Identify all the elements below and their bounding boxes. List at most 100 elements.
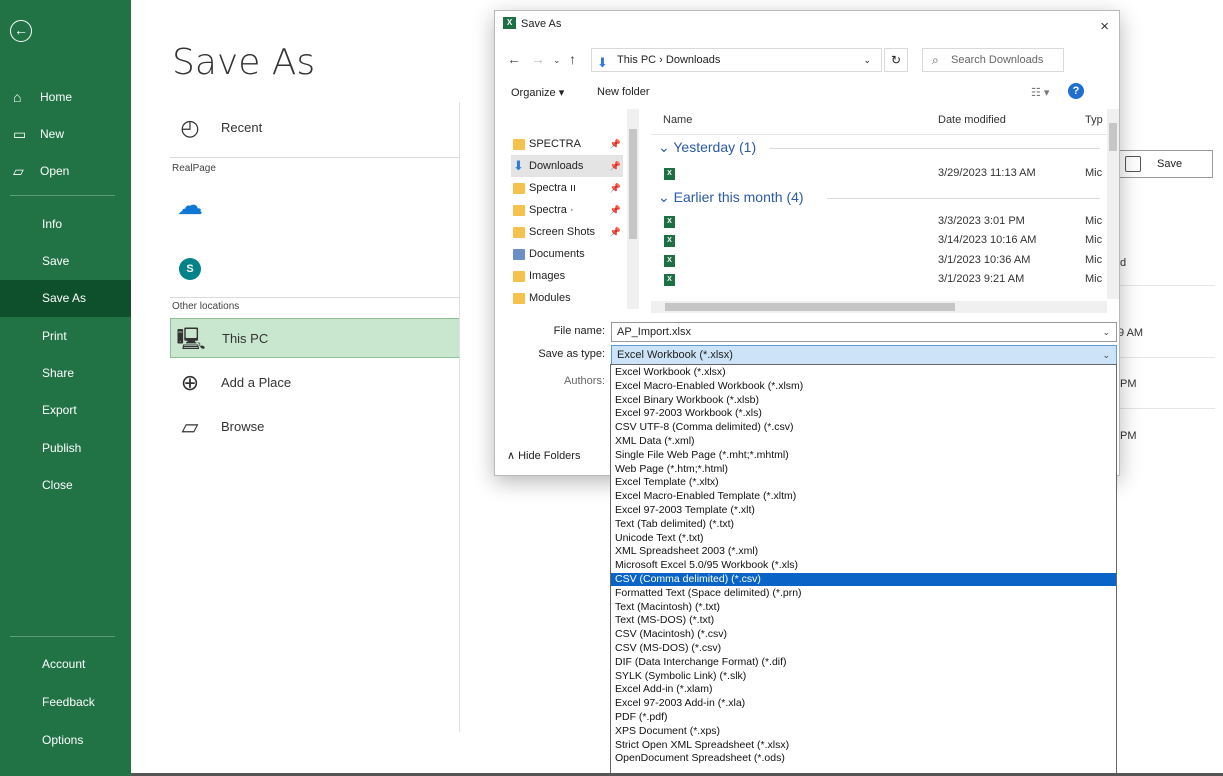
save-as-type-select[interactable]: Excel Workbook (*.xlsx) ⌄ xyxy=(611,345,1117,365)
search-input[interactable]: ⌕ Search Downloads xyxy=(922,48,1064,72)
nav-folder[interactable]: Spectra ıı 📌 xyxy=(511,177,623,199)
hide-folders-button[interactable]: ∧ Hide Folders xyxy=(507,449,580,462)
file-type-option[interactable]: CSV UTF-8 (Comma delimited) (*.csv) xyxy=(611,421,1116,434)
nav-open[interactable]: ▱ Open xyxy=(0,153,131,190)
chevron-down-icon[interactable]: ⌄ xyxy=(863,49,871,71)
file-type-option[interactable]: Text (Tab delimited) (*.txt) xyxy=(611,518,1116,531)
file-type-option[interactable]: XML Data (*.xml) xyxy=(611,435,1116,448)
forward-arrow-icon[interactable]: → xyxy=(531,51,545,67)
excel-file-icon[interactable]: X xyxy=(664,235,675,247)
file-type-option[interactable]: Excel 97-2003 Add-in (*.xla) xyxy=(611,697,1116,710)
excel-file-icon[interactable]: X xyxy=(664,216,675,228)
scrollbar-thumb[interactable] xyxy=(665,303,955,311)
nav-home[interactable]: ⌂ Home xyxy=(0,79,131,116)
column-header-type[interactable]: Typ xyxy=(1085,114,1103,126)
nav-save[interactable]: Save xyxy=(0,243,131,280)
file-type-option[interactable]: OpenDocument Spreadsheet (*.ods) xyxy=(611,752,1116,765)
bg-date-fragment: PM xyxy=(1120,430,1137,442)
scrollbar-thumb[interactable] xyxy=(1109,123,1117,151)
file-type-option[interactable]: Text (Macintosh) (*.txt) xyxy=(611,601,1116,614)
nav-folder[interactable]: ⬇ Downloads 📌 xyxy=(511,155,623,177)
file-type-option[interactable]: Excel 97-2003 Workbook (*.xls) xyxy=(611,407,1116,420)
close-icon[interactable]: × xyxy=(1100,14,1109,40)
file-type-option[interactable]: SYLK (Symbolic Link) (*.slk) xyxy=(611,670,1116,683)
file-type-option[interactable]: Single File Web Page (*.mht;*.mhtml) xyxy=(611,449,1116,462)
help-icon[interactable]: ? xyxy=(1068,83,1084,99)
nav-folder[interactable]: Documents xyxy=(511,243,623,265)
globe-plus-icon: ⊕ xyxy=(180,370,200,395)
nav-publish[interactable]: Publish xyxy=(0,430,131,467)
excel-file-icon[interactable]: X xyxy=(664,168,675,180)
location-browse[interactable]: ▱ Browse xyxy=(170,407,460,447)
up-arrow-icon[interactable]: ↑ xyxy=(569,51,576,67)
file-type-option[interactable]: Strict Open XML Spreadsheet (*.xlsx) xyxy=(611,739,1116,752)
nav-folder[interactable]: SPECTRA 📌 xyxy=(511,133,623,155)
nav-account[interactable]: Account xyxy=(0,646,131,683)
file-type-option[interactable]: Microsoft Excel 5.0/95 Workbook (*.xls) xyxy=(611,559,1116,572)
address-bar[interactable]: ⬇ This PC › Downloads ⌄ xyxy=(591,48,882,72)
location-recent[interactable]: ◴ Recent xyxy=(170,108,460,148)
file-type-option[interactable]: Excel Workbook (*.xlsx) xyxy=(611,366,1116,379)
file-type-option[interactable]: Excel Template (*.xltx) xyxy=(611,476,1116,489)
file-type-option[interactable]: Unicode Text (*.txt) xyxy=(611,532,1116,545)
file-type-option[interactable]: Excel Macro-Enabled Template (*.xltm) xyxy=(611,490,1116,503)
scrollbar-thumb[interactable] xyxy=(629,129,637,239)
location-sharepoint[interactable]: S xyxy=(170,245,460,281)
list-vertical-scrollbar[interactable] xyxy=(1107,109,1119,299)
file-type-option[interactable]: XML Spreadsheet 2003 (*.xml) xyxy=(611,545,1116,558)
nav-save-as[interactable]: Save As xyxy=(0,280,131,317)
nav-close[interactable]: Close xyxy=(0,467,131,504)
nav-share[interactable]: Share xyxy=(0,355,131,392)
file-type-option[interactable]: Excel 97-2003 Template (*.xlt) xyxy=(611,504,1116,517)
file-date: 3/1/2023 10:36 AM xyxy=(938,254,1031,266)
location-onedrive[interactable]: ☁ xyxy=(170,185,460,221)
location-recent-label: Recent xyxy=(221,120,263,135)
file-type-option[interactable]: CSV (Macintosh) (*.csv) xyxy=(611,628,1116,641)
nav-export[interactable]: Export xyxy=(0,392,131,429)
nav-folder[interactable]: Screen Shots 📌 xyxy=(511,221,623,243)
nav-folder[interactable]: Images xyxy=(511,265,623,287)
save-button[interactable]: Save xyxy=(1112,150,1213,178)
nav-feedback[interactable]: Feedback xyxy=(0,684,131,721)
new-folder-button[interactable]: New folder xyxy=(597,86,650,98)
file-type-option[interactable]: Excel Add-in (*.xlam) xyxy=(611,683,1116,696)
nav-folder[interactable]: Modules xyxy=(511,287,623,309)
folder-icon xyxy=(513,293,525,304)
group-header-earlier-this-month[interactable]: ⌄ Earlier this month (4) xyxy=(658,189,804,206)
nav-print[interactable]: Print xyxy=(0,318,131,355)
nav-info[interactable]: Info xyxy=(0,206,131,243)
recent-locations-chevron-icon[interactable]: ⌄ xyxy=(553,55,561,66)
file-type-option[interactable]: DIF (Data Interchange Format) (*.dif) xyxy=(611,656,1116,669)
location-add-place[interactable]: ⊕ Add a Place xyxy=(170,363,460,403)
location-this-pc[interactable]: 🖳 This PC xyxy=(170,318,460,358)
file-name-field[interactable]: AP_Import.xlsx ⌄ xyxy=(611,322,1117,342)
group-divider xyxy=(770,148,1100,149)
file-type-option[interactable]: PDF (*.pdf) xyxy=(611,711,1116,724)
refresh-icon[interactable]: ↻ xyxy=(884,48,908,72)
column-header-date[interactable]: Date modified xyxy=(938,114,1006,126)
chevron-down-icon[interactable]: ⌄ xyxy=(1102,323,1110,341)
nav-options[interactable]: Options xyxy=(0,722,131,759)
nav-scrollbar[interactable] xyxy=(627,109,639,309)
nav-save-label: Save xyxy=(42,254,70,268)
column-header-name[interactable]: Name xyxy=(663,114,692,126)
file-type-option[interactable]: Web Page (*.htm;*.html) xyxy=(611,463,1116,476)
view-options-icon[interactable]: ☷ ▾ xyxy=(1031,86,1049,99)
back-arrow-icon[interactable]: ← xyxy=(10,20,32,42)
file-type-option[interactable]: Excel Macro-Enabled Workbook (*.xlsm) xyxy=(611,380,1116,393)
organize-button[interactable]: Organize ▾ xyxy=(511,86,564,99)
file-type-option[interactable]: Formatted Text (Space delimited) (*.prn) xyxy=(611,587,1116,600)
back-arrow-icon[interactable]: ← xyxy=(507,51,521,67)
group-header-yesterday[interactable]: ⌄ Yesterday (1) xyxy=(658,139,756,156)
nav-folder[interactable]: Spectra · 📌 xyxy=(511,199,623,221)
list-horizontal-scrollbar[interactable] xyxy=(651,301,1107,313)
chevron-down-icon[interactable]: ⌄ xyxy=(1102,346,1110,364)
file-type-option[interactable]: XPS Document (*.xps) xyxy=(611,725,1116,738)
file-type-option[interactable]: CSV (MS-DOS) (*.csv) xyxy=(611,642,1116,655)
excel-file-icon[interactable]: X xyxy=(664,274,675,286)
excel-file-icon[interactable]: X xyxy=(664,255,675,267)
file-type-option-highlighted[interactable]: CSV (Comma delimited) (*.csv) xyxy=(611,573,1116,587)
file-type-option[interactable]: Text (MS-DOS) (*.txt) xyxy=(611,614,1116,627)
file-type-option[interactable]: Excel Binary Workbook (*.xlsb) xyxy=(611,394,1116,407)
nav-new[interactable]: ▭ New xyxy=(0,116,131,153)
